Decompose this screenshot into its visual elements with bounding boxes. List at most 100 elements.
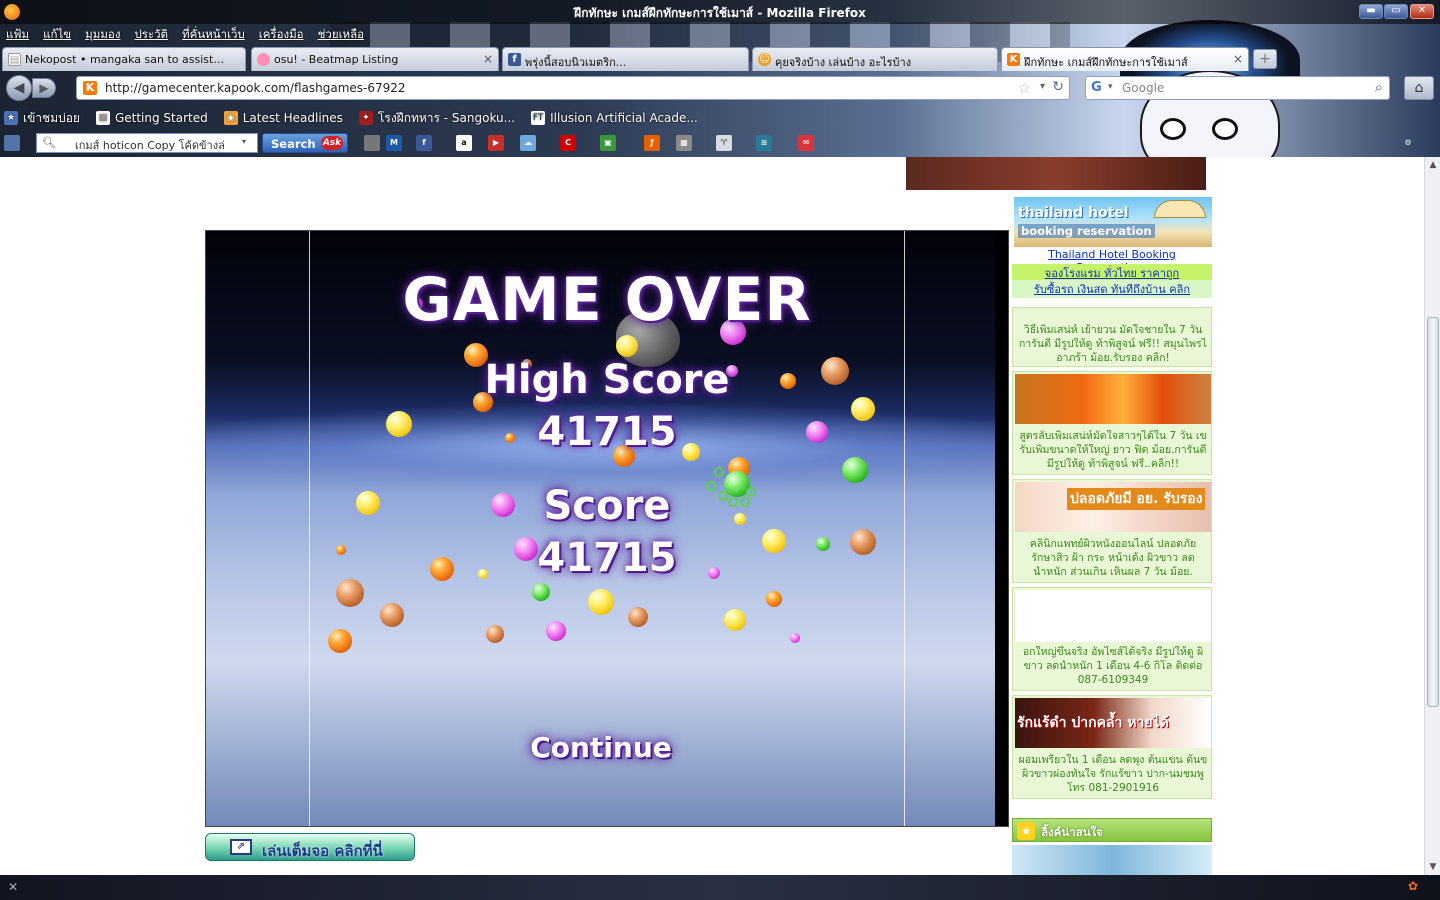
menu-history[interactable]: ประวัติ [134,26,168,44]
tab-chat[interactable]: ☺ คุยจริงบ้าง เล่นบ้าง อะไรบ้าง [752,47,998,71]
sidebar-ad-5[interactable]: รักแร้ดำ ปากคล้ำ หายได้ ผอมเพรียวใน 1 เด… [1012,695,1212,799]
tab-bar: ▤ Nekopost • mangaka san to assistant sa… [0,47,1440,71]
ad-image-text: รักแร้ดำ ปากคล้ำ หายได้ [1017,715,1169,731]
hotel-ad[interactable]: thailand hotel booking reservation Thail… [1012,195,1212,303]
amazon-icon[interactable]: a [456,135,472,151]
home-button[interactable]: ⌂ [1404,76,1434,100]
hotel-banner-image[interactable]: thailand hotel booking reservation [1014,197,1212,247]
cnn-icon[interactable]: C [560,135,576,151]
top-banner-ad[interactable] [906,157,1206,190]
ad-line: น้ำหนัก ส่วนเกิน เห็นผล 7 วัน ม้อย. [1033,566,1193,578]
toolbar-settings-icon[interactable]: ⚙ [1400,135,1416,151]
menu-view[interactable]: มุมมอง [85,26,120,44]
search-engine-dropdown-icon[interactable]: ▾ [1108,82,1113,92]
fullscreen-icon: ⇗ [230,839,252,855]
menu-help[interactable]: ช่วยเหลือ [318,26,364,44]
bookmark-sangoku[interactable]: ✦ โรงฝึกทหาร - Sangoku... [355,108,515,128]
ad-image[interactable] [1015,590,1211,642]
hotel-banner-title: thailand hotel [1018,205,1129,221]
scroll-down-icon[interactable]: ▼ [1425,859,1440,875]
bookmark-star-icon[interactable]: ☆ [1018,79,1031,97]
weather-icon[interactable]: ☁ [520,135,536,151]
sidebar-ad-4[interactable]: อกใหญ่ขึ้นจริง อัพไซส์ได้จริง มีรูปให้ดู… [1012,587,1212,691]
car-buying-link[interactable]: รับซื้อรถ เงินสด ทันทีถึงบ้าน คลิก [1012,280,1212,298]
youtube-icon[interactable]: ▶ [488,135,504,151]
tab-kapook[interactable]: K ฝึกทักษะ เกมส์ฝึกทักษะการใช้เมาส์ × [1001,47,1249,71]
toolbar-logo-icon[interactable] [4,135,20,151]
search-go-icon[interactable]: ⌕ [1375,78,1383,96]
radio-icon[interactable]: ≋ [756,135,772,151]
sangoku-icon: ✦ [358,111,373,125]
bookmarks-toolbar: ★ เข้าชมบ่อย ▤ Getting Started ◉ Latest … [0,108,710,128]
sidebar-ad-2[interactable]: สูตรลับเพิ่มเสน่ห์มัดใจสาวๆได้ใน 7 วัน เ… [1012,371,1212,475]
reload-icon[interactable]: ↻ [1052,79,1064,95]
search-box[interactable]: G ▾ Google ⌕ [1085,76,1390,100]
bookmark-label: Getting Started [114,111,208,125]
fullscreen-button[interactable]: ⇗ เล่นเต็มจอ คลิกที่นี่ [205,833,415,861]
tab-label: ฝึกทักษะ เกมส์ฝึกทักษะการใช้เมาส์ [1024,56,1188,69]
url-text[interactable]: http://gamecenter.kapook.com/flashgames-… [105,81,406,95]
myspace-icon[interactable]: M [386,135,402,151]
addon-status-icon[interactable]: ✿ [1408,879,1426,895]
tab-close-icon[interactable]: × [1233,52,1243,66]
scroll-up-icon[interactable]: ▲ [1425,157,1440,173]
address-bar[interactable]: K http://gamecenter.kapook.com/flashgame… [76,76,1070,100]
tab-close-icon[interactable]: × [483,52,493,66]
ad-line: สูตรลับเพิ่มเสน่ห์มัดใจสาวๆได้ใน 7 วัน เ… [1019,430,1207,442]
minimize-button[interactable]: ▬ [1359,4,1383,19]
continue-button[interactable]: Continue [496,731,706,764]
frequent-icon: ★ [4,111,18,125]
page-viewport: GAME OVER High Score 41715 Score 41715 C… [0,157,1424,875]
ask-dropdown-icon[interactable]: ▾ [242,137,246,146]
ad-line: คลินิกแพทย์ผิวหนังออนไลน์ ปลอดภัย [1029,538,1197,550]
bookmark-latest-headlines[interactable]: ◉ Latest Headlines [220,108,343,128]
smiley-icon: ☺ [758,53,771,66]
flash-game[interactable]: GAME OVER High Score 41715 Score 41715 C… [205,230,1009,827]
scroll-thumb[interactable] [1427,317,1439,707]
bottom-sidebar-ad[interactable] [1012,845,1212,875]
star-icon: ★ [1017,822,1035,840]
interesting-links-header: ★ ลิ้งค์น่าสนใจ [1012,818,1212,842]
sidebar-ad-3[interactable]: ปลอดภัยมี อย. รับรอง คลินิกแพทย์ผิวหนังอ… [1012,479,1212,583]
google-icon[interactable]: G [1091,80,1107,96]
new-tab-button[interactable]: + [1253,49,1277,69]
bookmark-getting-started[interactable]: ▤ Getting Started [92,108,208,128]
firefox-icon[interactable]: ƒ [644,135,660,151]
forward-button[interactable]: ▶ [32,78,56,98]
bookmark-label: โรงฝึกทหาร - Sangoku... [377,110,516,125]
menu-tools[interactable]: เครื่องมือ [259,26,304,44]
menu-file[interactable]: แฟ้ม [6,26,29,44]
maximize-button[interactable]: ▭ [1384,4,1408,19]
bookmark-illusion[interactable]: FT Illusion Artificial Acade... [527,108,698,128]
ask-search-button[interactable]: Search Ask [262,133,348,153]
sidebar-ad-1[interactable]: วิธีเพิ่มเสน่ห์ เย้ายวน มัดใจชายใน 7 วัน… [1012,307,1212,367]
high-score-value: 41715 [537,409,677,455]
ask-search-input[interactable]: เกมส์ hoticon Copy โค้ดข้างล่ [36,133,258,153]
tab-facebook[interactable]: f พรุ่งนี้สอบนิวเมตริก... [502,47,749,71]
kapook-icon: K [1007,53,1020,66]
facebook-icon[interactable]: f [416,135,432,151]
bookmark-most-visited[interactable]: ★ เข้าชมบ่อย [0,108,80,128]
horoscope-icon[interactable]: ♈ [716,135,732,151]
title-bar: ฝึกทักษะ เกมส์ฝึกทักษะการใช้เมาส์ - Mozi… [0,0,1440,24]
menu-edit[interactable]: แก้ไข [43,26,71,44]
ad-image[interactable]: ปลอดภัยมี อย. รับรอง [1015,482,1211,532]
ad-image[interactable] [1015,374,1211,424]
high-score-label: High Score [484,357,730,403]
tab-osu[interactable]: osu! - Beatmap Listing × [251,47,499,71]
ad-image[interactable]: รักแร้ดำ ปากคล้ำ หายได้ [1015,698,1211,748]
ask-search-value: เกมส์ hoticon Copy โค้ดข้างล่ [75,139,225,152]
email-icon[interactable]: ✉ [798,135,814,151]
vertical-scrollbar[interactable]: ▲ ▼ [1424,157,1440,875]
menu-bookmarks[interactable]: ที่คั่นหน้าเว็บ [182,26,245,44]
tab-nekopost[interactable]: ▤ Nekopost • mangaka san to assistant sa… [2,47,246,71]
photos-icon[interactable]: ▦ [676,135,692,151]
magnifier-icon: 🔍︎ [42,136,56,149]
close-window-button[interactable]: ✕ [1410,4,1434,19]
back-button[interactable]: ◀ [6,75,32,101]
ask-toolbar: เกมส์ hoticon Copy โค้ดข้างล่ 🔍︎ ▾ Searc… [0,131,1440,155]
url-history-dropdown-icon[interactable]: ▾ [1040,81,1045,92]
status-close-icon[interactable]: ✕ [8,880,18,894]
games-icon[interactable]: ▣ [600,135,616,151]
ad-line: ผอมเพรียวใน 1 เดือน ลดพุง ต้นแขน ต้นข [1018,754,1208,766]
